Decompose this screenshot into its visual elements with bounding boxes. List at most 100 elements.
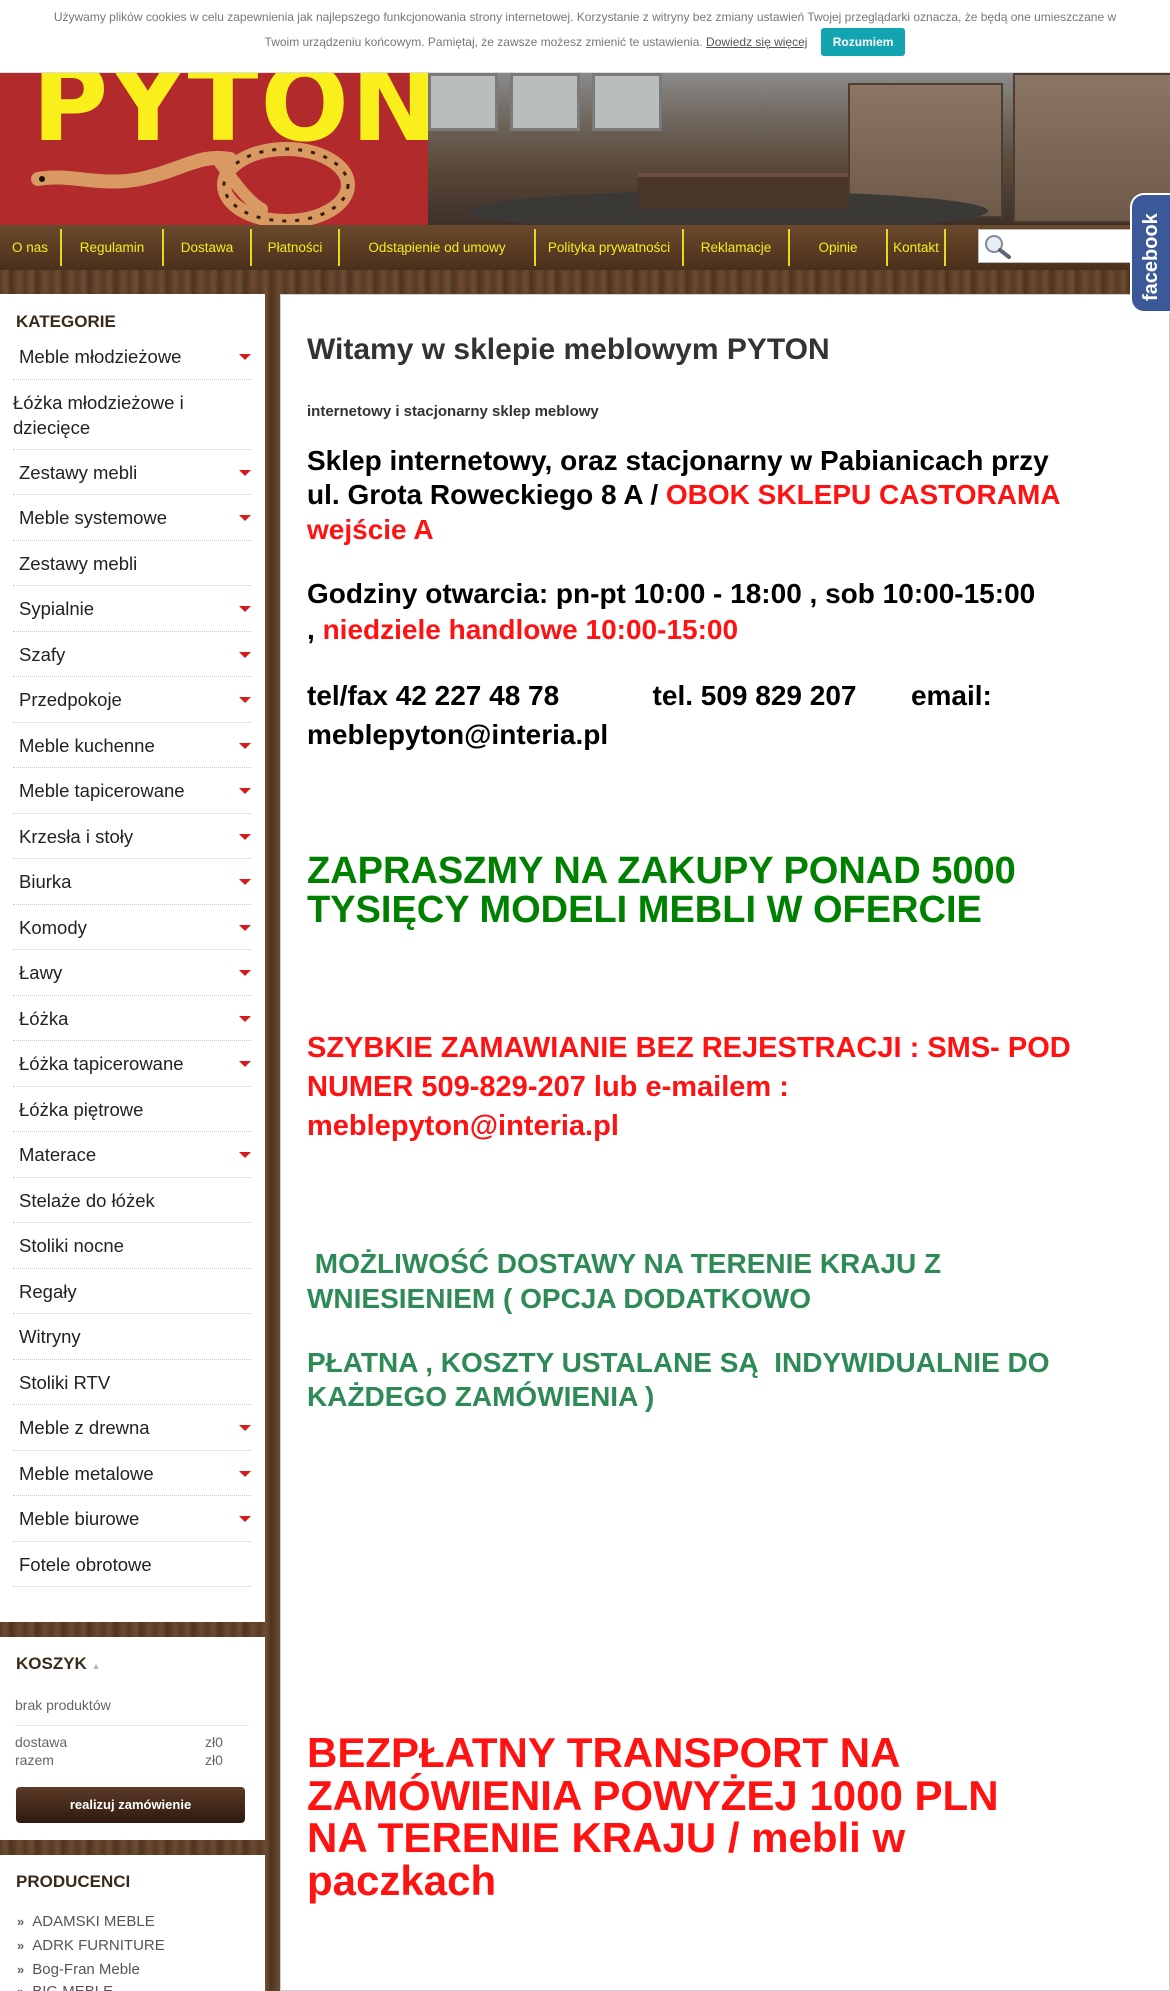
collapse-icon[interactable]: ▲ [92, 1661, 101, 1671]
dropdown-arrow-icon[interactable] [239, 515, 251, 521]
contact-email[interactable]: meblepyton@interia.pl [307, 719, 608, 751]
dropdown-arrow-icon[interactable] [239, 970, 251, 976]
menu-item-reklamacje[interactable]: Reklamacje [684, 225, 788, 270]
cookie-text-line1: Używamy plików cookies w celu zapewnieni… [53, 10, 1117, 24]
dropdown-arrow-icon[interactable] [239, 1516, 251, 1522]
snake-logo-icon [31, 142, 355, 225]
category-item[interactable]: Meble biurowe [13, 1496, 251, 1542]
dropdown-arrow-icon[interactable] [239, 924, 251, 931]
producer-item[interactable]: » ADRK FURNITURE [17, 1937, 165, 1954]
order-line-2: NUMER 509-829-207 lub e-mailem : [307, 1071, 789, 1103]
category-item[interactable]: Stoliki RTV [13, 1360, 251, 1405]
menu-item-regulamin[interactable]: Regulamin [62, 225, 162, 270]
logo[interactable]: PYTON [0, 73, 428, 225]
producers-title: PRODUCENCI [16, 1872, 131, 1891]
dropdown-arrow-icon[interactable] [239, 1425, 251, 1431]
producer-item[interactable]: » ADAMSKI MEBLE [17, 1913, 155, 1930]
category-item[interactable]: Materace [13, 1132, 251, 1178]
cookie-more-link[interactable]: Dowiedz się więcej [706, 35, 807, 49]
dropdown-arrow-icon[interactable] [239, 651, 251, 658]
dropdown-arrow-icon[interactable] [239, 879, 251, 885]
category-item[interactable]: Komody [13, 905, 251, 950]
category-item[interactable]: Meble z drewna [13, 1405, 251, 1451]
delivery-line-4: KAŻDEGO ZAMÓWIENIA ) [307, 1381, 655, 1412]
menu-item-polityka[interactable]: Polityka prywatności [536, 225, 682, 270]
free-transport-line-2: ZAMÓWIENIA POWYŻEJ 1000 PLN [307, 1772, 999, 1819]
category-label: Meble metalowe [19, 1462, 154, 1484]
category-item[interactable]: Zestawy mebli [13, 450, 251, 495]
facebook-tab[interactable]: facebook [1130, 193, 1170, 313]
category-item[interactable]: Łóżka tapicerowane [13, 1041, 251, 1087]
category-label: Stoliki nocne [19, 1235, 124, 1256]
producers-panel: PRODUCENCI » ADAMSKI MEBLE » ADRK FURNITUR… [0, 1855, 265, 1991]
category-label: Meble biurowe [19, 1508, 140, 1529]
categories-list: Meble młodzieżowe Łóżka młodzieżowe i dzi… [13, 334, 251, 1587]
category-label: Meble systemowe [19, 507, 168, 528]
category-label: Ławy [19, 962, 63, 983]
category-item[interactable]: Łóżka młodzieżowe i dziecięce [13, 380, 251, 450]
category-item[interactable]: Zestawy mebli [13, 541, 251, 586]
delivery-line-2: WNIESIENIEM ( OPCJA DODATKOWO [307, 1283, 811, 1314]
category-item[interactable]: Meble metalowe [13, 1451, 251, 1496]
menu-item-dostawa[interactable]: Dostawa [164, 225, 250, 270]
dropdown-arrow-icon[interactable] [239, 1061, 251, 1067]
category-item[interactable]: Biurka [13, 859, 251, 905]
category-label: Meble tapicerowane [19, 780, 185, 801]
category-item[interactable]: Meble systemowe [13, 495, 251, 541]
producer-item[interactable]: »BIG MEBLE [17, 1983, 113, 1991]
menu-item-opinie[interactable]: Opinie [790, 225, 886, 270]
menu-item-platnosci[interactable]: Płatności [252, 225, 338, 270]
category-item[interactable]: Sypialnie [13, 586, 251, 632]
category-item[interactable]: Meble kuchenne [13, 723, 251, 768]
free-transport-line-3: NA TERENIE KRAJU / mebli w [307, 1814, 906, 1861]
total-label: razem [15, 1752, 54, 1768]
category-item[interactable]: Meble młodzieżowe [13, 334, 251, 380]
dropdown-arrow-icon[interactable] [239, 1470, 251, 1477]
dropdown-arrow-icon[interactable] [239, 606, 251, 612]
cookie-accept-button[interactable]: Rozumiem [820, 28, 906, 56]
dropdown-arrow-icon[interactable] [239, 742, 251, 749]
address-line-1: Sklep internetowy, oraz stacjonarny w Pa… [307, 445, 1049, 476]
menu-item-odstapienie[interactable]: Odstąpienie od umowy [340, 225, 534, 270]
category-item[interactable]: Ławy [13, 950, 251, 996]
category-item[interactable]: Stoliki nocne [13, 1223, 251, 1269]
category-item[interactable]: Stelaże do łóżek [13, 1178, 251, 1223]
invite-line-2: TYSIĘCY MODELI MEBLI W OFERCIE [307, 889, 982, 931]
menu-item-o-nas[interactable]: O nas [0, 225, 60, 270]
cookie-text-line2: Twoim urządzeniu końcowym. Pamiętaj, że … [264, 35, 703, 49]
dropdown-arrow-icon[interactable] [239, 469, 251, 476]
category-item[interactable]: Fotele obrotowe [13, 1542, 251, 1587]
category-item[interactable]: Witryny [13, 1314, 251, 1360]
dropdown-arrow-icon[interactable] [239, 788, 251, 794]
category-item[interactable]: Szafy [13, 632, 251, 677]
category-item[interactable]: Regały [13, 1269, 251, 1314]
category-label: Witryny [19, 1326, 81, 1347]
category-item[interactable]: Meble tapicerowane [13, 768, 251, 814]
double-chevron-icon: » [17, 1938, 25, 1953]
category-label: Stoliki RTV [19, 1371, 111, 1393]
dropdown-arrow-icon[interactable] [239, 833, 251, 840]
category-item[interactable]: Krzesła i stoły [13, 814, 251, 859]
producer-item[interactable]: » Bog-Fran Meble [17, 1961, 140, 1978]
dropdown-arrow-icon[interactable] [239, 697, 251, 703]
search-icon[interactable] [983, 233, 1011, 259]
category-label: Krzesła i stoły [19, 825, 134, 847]
dropdown-arrow-icon[interactable] [239, 1152, 251, 1158]
menu-item-kontakt[interactable]: Kontakt [888, 225, 944, 270]
category-item[interactable]: Łóżka piętrowe [13, 1087, 251, 1132]
hours-line-2: , niedziele handlowe 10:00-15:00 [307, 614, 739, 645]
free-transport-line-4: paczkach [307, 1857, 497, 1904]
category-item[interactable]: Łóżka [13, 996, 251, 1041]
category-label: Meble kuchenne [19, 734, 155, 756]
cart-title: KOSZYK [16, 1654, 87, 1673]
cookie-bar: Używamy plików cookies w celu zapewnieni… [0, 0, 1170, 73]
category-item[interactable]: Przedpokoje [13, 677, 251, 723]
checkout-button[interactable]: realizuj zamówienie [16, 1787, 245, 1823]
category-label: Meble z drewna [19, 1417, 150, 1438]
dropdown-arrow-icon[interactable] [239, 354, 251, 360]
order-line-1: SZYBKIE ZAMAWIANIE BEZ REJESTRACJI : SMS… [307, 1032, 1071, 1064]
dropdown-arrow-icon[interactable] [239, 1015, 251, 1022]
page-subtitle: internetowy i stacjonarny sklep meblowy [307, 403, 599, 420]
header: PYTON facebook [0, 73, 1170, 313]
category-label: Regały [19, 1280, 77, 1302]
